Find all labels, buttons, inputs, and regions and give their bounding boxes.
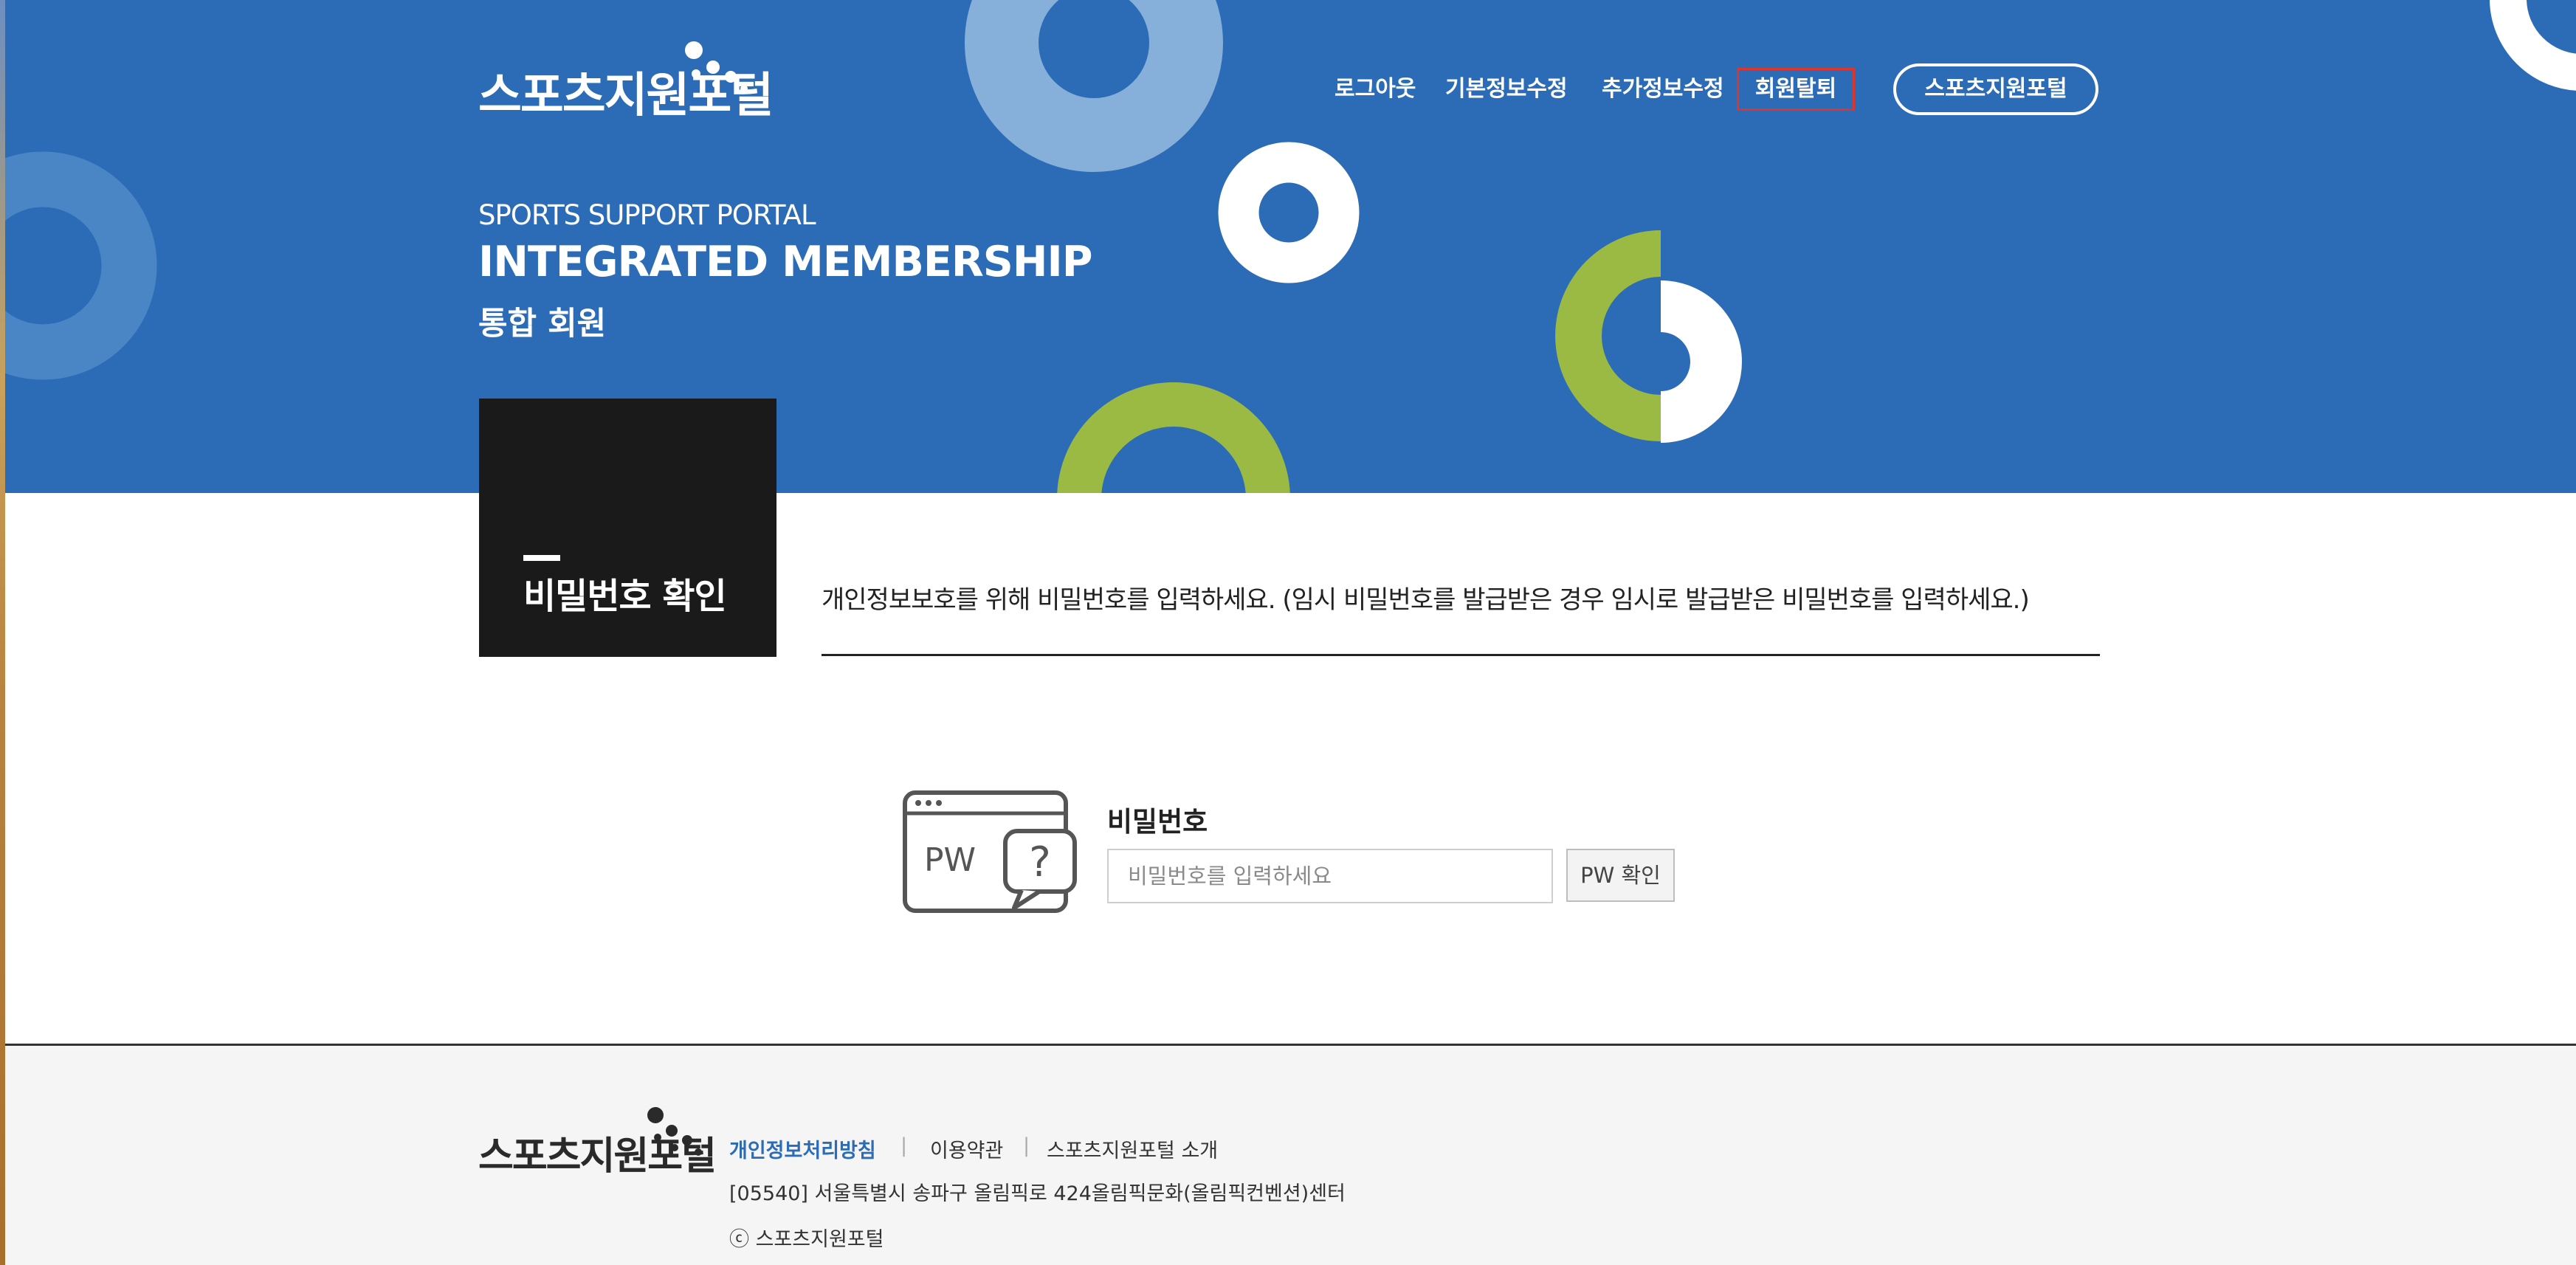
hero-eyebrow: SPORTS SUPPORT PORTAL [478, 199, 816, 231]
nav-extra-info[interactable]: 추가정보수정 [1602, 63, 1724, 115]
pw-icon-label: PW [924, 841, 976, 879]
logo-text: 스포츠지원포털 [478, 69, 774, 123]
pw-confirm-button[interactable]: PW 확인 [1566, 849, 1675, 902]
arc-green [1555, 230, 1661, 441]
footer-address: [05540] 서울특별시 송파구 올림픽로 424올림픽문화(올림픽컨벤션)센… [729, 1182, 1346, 1205]
footer-logo[interactable]: 스포츠지원포털 [478, 1106, 717, 1191]
ring-white [1218, 142, 1360, 283]
nav-withdraw[interactable]: 회원탈퇴 [1737, 68, 1855, 111]
pw-question-icon: ? PW [903, 790, 1077, 913]
ring-light-top [965, 0, 1223, 172]
footer-separator: | [900, 1134, 908, 1157]
header-logo[interactable]: 스포츠지원포털 [478, 41, 774, 134]
footer-link-about[interactable]: 스포츠지원포털 소개 [1047, 1134, 1218, 1163]
password-notice: 개인정보보호를 위해 비밀번호를 입력하세요. (임시 비밀번호를 발급받은 경… [822, 585, 2030, 615]
hero-banner: 스포츠지원포털 로그아웃 기본정보수정 추가정보수정 회원탈퇴 스포츠지원포털 … [0, 0, 2576, 493]
footer-link-privacy[interactable]: 개인정보처리방침 [729, 1134, 876, 1163]
ring-white-corner [2490, 0, 2576, 91]
section-title-tile: 비밀번호 확인 [479, 399, 776, 657]
password-label: 비밀번호 [1107, 806, 1208, 838]
footer-copyright: ⓒ 스포츠지원포털 [729, 1228, 884, 1251]
password-input[interactable] [1107, 849, 1553, 903]
tile-accent-bar [523, 555, 560, 561]
nav-basic-info[interactable]: 기본정보수정 [1445, 63, 1568, 115]
ring-left [0, 151, 157, 380]
notice-divider [822, 654, 2100, 656]
page: 스포츠지원포털 로그아웃 기본정보수정 추가정보수정 회원탈퇴 스포츠지원포털 … [0, 0, 2576, 1265]
section-title: 비밀번호 확인 [523, 576, 727, 617]
svg-text:?: ? [1029, 838, 1051, 886]
ring-green-bottom [1057, 382, 1290, 493]
nav-logout[interactable]: 로그아웃 [1335, 63, 1416, 115]
footer-link-terms[interactable]: 이용약관 [930, 1134, 1003, 1163]
hero-subtitle: 통합 회원 [478, 306, 607, 342]
footer-separator: | [1023, 1134, 1030, 1157]
hero-title: INTEGRATED MEMBERSHIP [478, 238, 1092, 286]
window-edge [0, 0, 5, 1265]
portal-button[interactable]: 스포츠지원포털 [1893, 63, 2098, 115]
footer-logo-text: 스포츠지원포털 [478, 1134, 717, 1179]
hero-decoration [0, 0, 2576, 493]
arc-white [1661, 280, 1742, 443]
footer: 스포츠지원포털 개인정보처리방침 | 이용약관 | 스포츠지원포털 소개 [05… [0, 1044, 2576, 1265]
